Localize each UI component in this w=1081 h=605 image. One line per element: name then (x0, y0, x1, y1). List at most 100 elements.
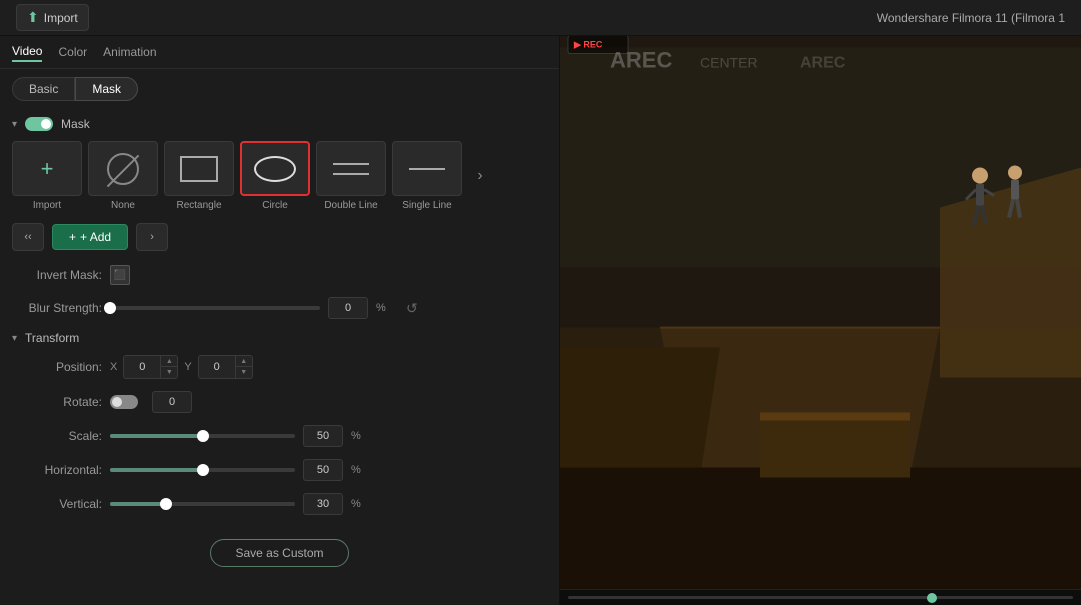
shape-box-none[interactable] (88, 141, 158, 196)
blur-value[interactable]: 0 (328, 297, 368, 319)
shape-box-import[interactable]: + (12, 141, 82, 196)
left-panel: Video Color Animation Basic Mask ▾ Mask (0, 36, 560, 605)
shape-box-circle[interactable] (240, 141, 310, 196)
y-label: Y (184, 361, 191, 373)
invert-icon: ⬛ (114, 270, 126, 281)
horizontal-slider-container: 50 % (110, 459, 365, 481)
blur-strength-row: Blur Strength: 0 % ↺ (12, 297, 547, 319)
import-button[interactable]: ⬆ Import (16, 4, 89, 31)
vertical-label: Vertical: (12, 497, 102, 511)
scale-slider-thumb[interactable] (197, 430, 209, 442)
subtab-mask[interactable]: Mask (75, 77, 138, 101)
tab-color[interactable]: Color (58, 43, 87, 61)
horizontal-label: Horizontal: (12, 463, 102, 477)
shape-single-line[interactable]: Single Line (392, 141, 462, 211)
shape-box-double-line[interactable] (316, 141, 386, 196)
position-x-input[interactable]: 0 ▲ ▼ (123, 355, 178, 379)
save-area: Save as Custom (12, 527, 547, 579)
horizontal-slider-track[interactable] (110, 468, 295, 472)
shape-box-rectangle[interactable] (164, 141, 234, 196)
svg-text:▶ REC: ▶ REC (573, 40, 603, 50)
invert-mask-label: Invert Mask: (12, 268, 102, 282)
transform-label: Transform (25, 331, 79, 345)
scale-value[interactable]: 50 (303, 425, 343, 447)
sub-tabs: Basic Mask (0, 69, 559, 109)
position-x-down[interactable]: ▼ (161, 367, 177, 378)
circle-icon (254, 156, 296, 182)
position-y-spinner[interactable]: ▲ ▼ (235, 356, 252, 378)
video-preview: ▶ REC AREC CENTER AREC (560, 36, 1081, 589)
position-x-up[interactable]: ▲ (161, 356, 177, 367)
mask-section-label: Mask (61, 117, 90, 131)
shapes-next-button[interactable]: › (468, 149, 492, 204)
video-scene: ▶ REC AREC CENTER AREC (560, 36, 1081, 589)
prev-button[interactable]: ‹‹ (12, 223, 44, 251)
shape-label-single-line: Single Line (402, 200, 451, 211)
shape-import[interactable]: + Import (12, 141, 82, 211)
shape-rectangle[interactable]: Rectangle (164, 141, 234, 211)
blur-unit: % (376, 302, 390, 314)
vertical-slider-track[interactable] (110, 502, 295, 506)
horizontal-value[interactable]: 50 (303, 459, 343, 481)
tab-video[interactable]: Video (12, 42, 42, 62)
subtab-basic[interactable]: Basic (12, 77, 75, 101)
blur-reset-icon[interactable]: ↺ (406, 300, 418, 317)
save-custom-button[interactable]: Save as Custom (210, 539, 348, 567)
top-bar: ⬆ Import Wondershare Filmora 11 (Filmora… (0, 0, 1081, 36)
shape-box-single-line[interactable] (392, 141, 462, 196)
mask-section-header: ▾ Mask (12, 117, 547, 131)
horizontal-slider-thumb[interactable] (197, 464, 209, 476)
vertical-slider-fill (110, 502, 166, 506)
shape-double-line[interactable]: Double Line (316, 141, 386, 211)
rotate-value[interactable]: 0 (152, 391, 192, 413)
shape-label-import: Import (33, 200, 61, 211)
single-line-icon (409, 168, 445, 170)
scale-row: Scale: 50 % (12, 425, 547, 447)
import-icon: ⬆ (27, 9, 39, 26)
add-label: + Add (80, 230, 111, 244)
double-line-icon (333, 163, 369, 175)
add-button[interactable]: + + Add (52, 224, 128, 250)
shape-label-rectangle: Rectangle (176, 200, 221, 211)
scale-slider-track[interactable] (110, 434, 295, 438)
position-y-down[interactable]: ▼ (236, 367, 252, 378)
position-x-spinner[interactable]: ▲ ▼ (160, 356, 177, 378)
next-button[interactable]: › (136, 223, 168, 251)
svg-text:AREC: AREC (610, 48, 672, 73)
rotate-toggle[interactable] (110, 395, 138, 409)
none-icon (107, 153, 139, 185)
svg-text:AREC: AREC (800, 55, 846, 72)
shape-none[interactable]: None (88, 141, 158, 211)
invert-mask-toggle[interactable]: ⬛ (110, 265, 130, 285)
shape-label-circle: Circle (262, 200, 288, 211)
position-xy-group: X 0 ▲ ▼ Y 0 ▲ ▼ (110, 355, 253, 379)
blur-slider-container: 0 % (110, 297, 390, 319)
panel-content: ▾ Mask + Import None (0, 109, 559, 605)
app-title: Wondershare Filmora 11 (Filmora 1 (877, 11, 1065, 25)
right-panel: ▶ REC AREC CENTER AREC (560, 36, 1081, 605)
position-y-input[interactable]: 0 ▲ ▼ (198, 355, 253, 379)
tab-animation[interactable]: Animation (103, 43, 156, 61)
main-layout: Video Color Animation Basic Mask ▾ Mask (0, 36, 1081, 605)
vertical-slider-thumb[interactable] (160, 498, 172, 510)
position-y-value: 0 (199, 361, 235, 373)
horizontal-slider-fill (110, 468, 203, 472)
shape-circle[interactable]: Circle (240, 141, 310, 211)
blur-slider-thumb[interactable] (104, 302, 116, 314)
position-y-up[interactable]: ▲ (236, 356, 252, 367)
timeline-progress[interactable] (568, 596, 1073, 599)
mask-collapse-toggle[interactable]: ▾ (12, 119, 17, 130)
action-row: ‹‹ + + Add › (12, 223, 547, 251)
blur-slider-track[interactable] (110, 306, 320, 310)
vertical-value[interactable]: 30 (303, 493, 343, 515)
scale-unit: % (351, 430, 365, 442)
rotate-row: Rotate: 0 (12, 391, 547, 413)
scale-label: Scale: (12, 429, 102, 443)
timeline-thumb[interactable] (927, 593, 937, 603)
import-label: Import (44, 11, 78, 25)
mask-toggle-switch[interactable] (25, 117, 53, 131)
horizontal-row: Horizontal: 50 % (12, 459, 547, 481)
scale-slider-fill (110, 434, 203, 438)
position-label: Position: (12, 360, 102, 374)
transform-collapse[interactable]: ▾ (12, 333, 17, 344)
